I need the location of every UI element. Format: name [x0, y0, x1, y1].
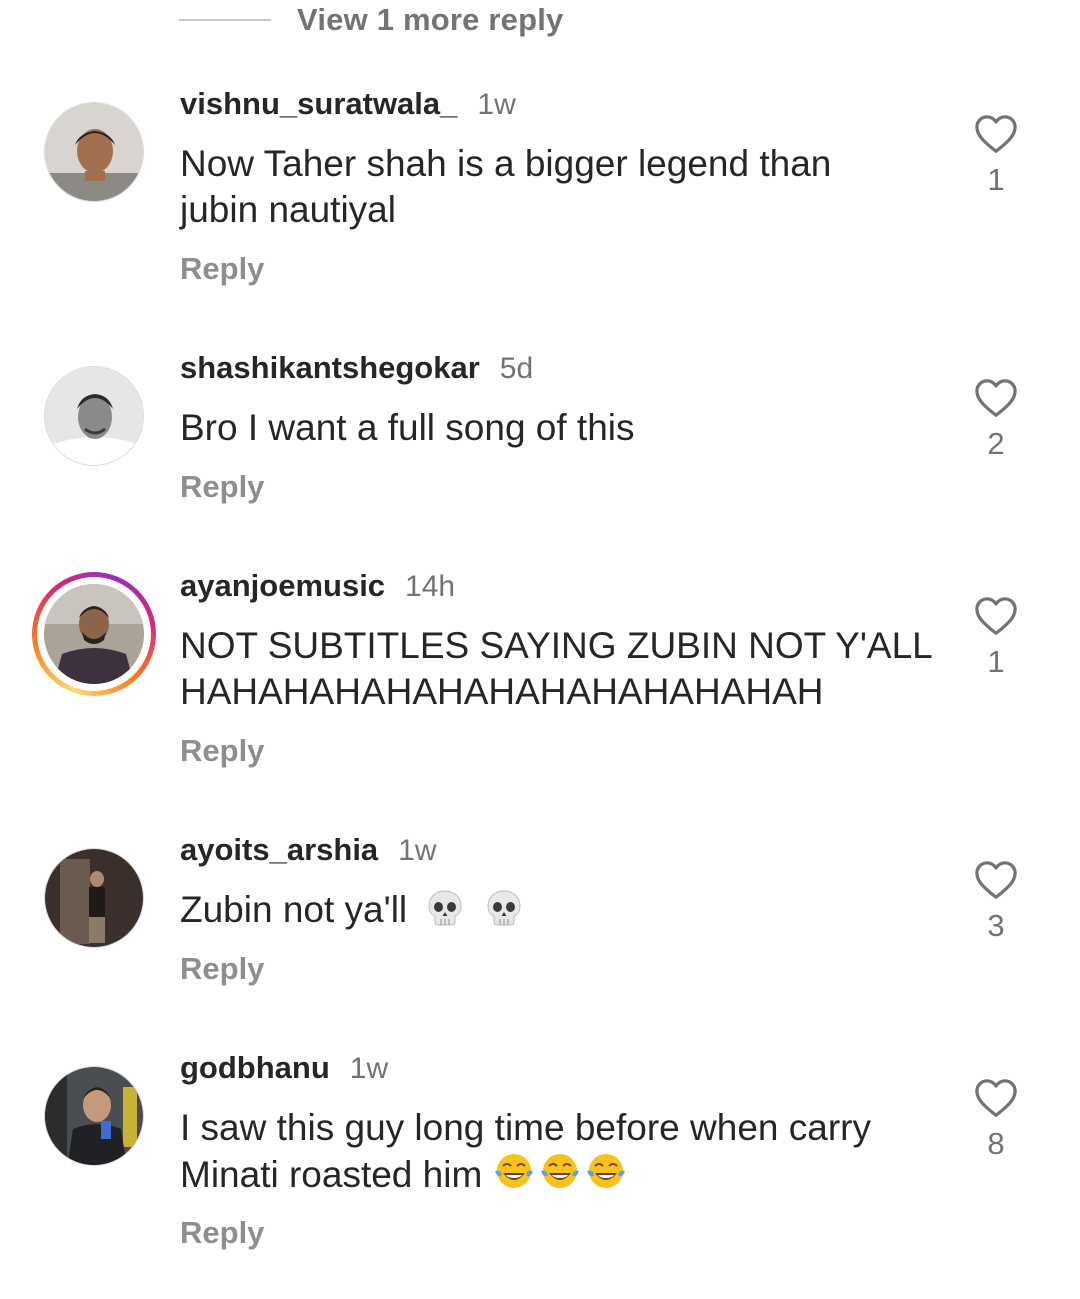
- comment-text: I saw this guy long time before when car…: [180, 1105, 940, 1198]
- skull-emoji: [487, 890, 521, 926]
- comment-text: Bro I want a full song of this: [180, 405, 940, 451]
- reply-button[interactable]: Reply: [180, 1215, 264, 1251]
- view-more-replies-label: View 1 more reply: [297, 2, 564, 37]
- comment-time: 1w: [349, 1052, 389, 1085]
- comment-text-line: Now Taher shah is a bigger legend than: [180, 143, 832, 184]
- comment-time: 14h: [405, 570, 456, 603]
- reply-button[interactable]: Reply: [180, 951, 264, 987]
- like-count: 2: [987, 426, 1005, 461]
- comment-text-line: NOT SUBTITLES SAYING ZUBIN NOT Y'ALL: [180, 625, 933, 666]
- comment-text: Zubin not ya'll: [180, 887, 940, 933]
- face-with-tears-of-joy-emoji: [495, 1154, 534, 1188]
- comment-text-line: Zubin not ya'll: [180, 889, 408, 930]
- like-control: 8: [970, 1078, 1022, 1162]
- avatar: [44, 584, 144, 684]
- comment-text: NOT SUBTITLES SAYING ZUBIN NOT Y'ALL HAH…: [180, 623, 960, 715]
- comment-time: 5d: [499, 352, 534, 385]
- like-control: 2: [970, 378, 1022, 462]
- comment-text-line: Minati roasted him: [180, 1154, 483, 1195]
- view-more-replies-button[interactable]: View 1 more reply: [179, 0, 563, 40]
- comment-time: 1w: [477, 88, 516, 121]
- heart-outline-icon[interactable]: [974, 378, 1018, 418]
- heart-outline-icon[interactable]: [974, 114, 1018, 154]
- comment-text-line: I saw this guy long time before when car…: [180, 1107, 871, 1148]
- heart-outline-icon[interactable]: [974, 860, 1018, 900]
- comment-text: Now Taher shah is a bigger legend than j…: [180, 141, 940, 233]
- heart-outline-icon[interactable]: [974, 596, 1018, 636]
- comment-time: 1w: [398, 834, 437, 867]
- thread-line: [179, 19, 271, 21]
- face-with-tears-of-joy-emoji: [541, 1154, 580, 1188]
- story-ring[interactable]: [32, 572, 156, 696]
- reply-button[interactable]: Reply: [180, 733, 264, 769]
- skull-emoji: [428, 890, 462, 926]
- like-count: 1: [987, 162, 1005, 197]
- comment-text-line: jubin nautiyal: [180, 189, 396, 230]
- comment-username[interactable]: shashikantshegokar: [180, 350, 480, 386]
- avatar[interactable]: [44, 366, 144, 466]
- like-count: 8: [987, 1126, 1005, 1161]
- comment-username[interactable]: godbhanu: [180, 1050, 330, 1086]
- comment-username[interactable]: vishnu_suratwala_: [180, 86, 457, 122]
- reply-button[interactable]: Reply: [180, 469, 264, 505]
- like-control: 1: [970, 596, 1022, 680]
- like-control: 1: [970, 114, 1022, 198]
- avatar[interactable]: [44, 848, 144, 948]
- like-control: 3: [970, 860, 1022, 944]
- comment-text-line: HAHAHAHAHAHAHAHAHAHAHAHAH: [180, 671, 824, 712]
- comment-text-line: Bro I want a full song of this: [180, 407, 635, 448]
- comment-username[interactable]: ayanjoemusic: [180, 568, 385, 604]
- avatar[interactable]: [44, 102, 144, 202]
- comment-username[interactable]: ayoits_arshia: [180, 832, 378, 868]
- reply-button[interactable]: Reply: [180, 251, 264, 287]
- like-count: 3: [987, 908, 1005, 943]
- like-count: 1: [987, 644, 1005, 679]
- heart-outline-icon[interactable]: [974, 1078, 1018, 1118]
- avatar[interactable]: [44, 1066, 144, 1166]
- face-with-tears-of-joy-emoji: [587, 1154, 626, 1188]
